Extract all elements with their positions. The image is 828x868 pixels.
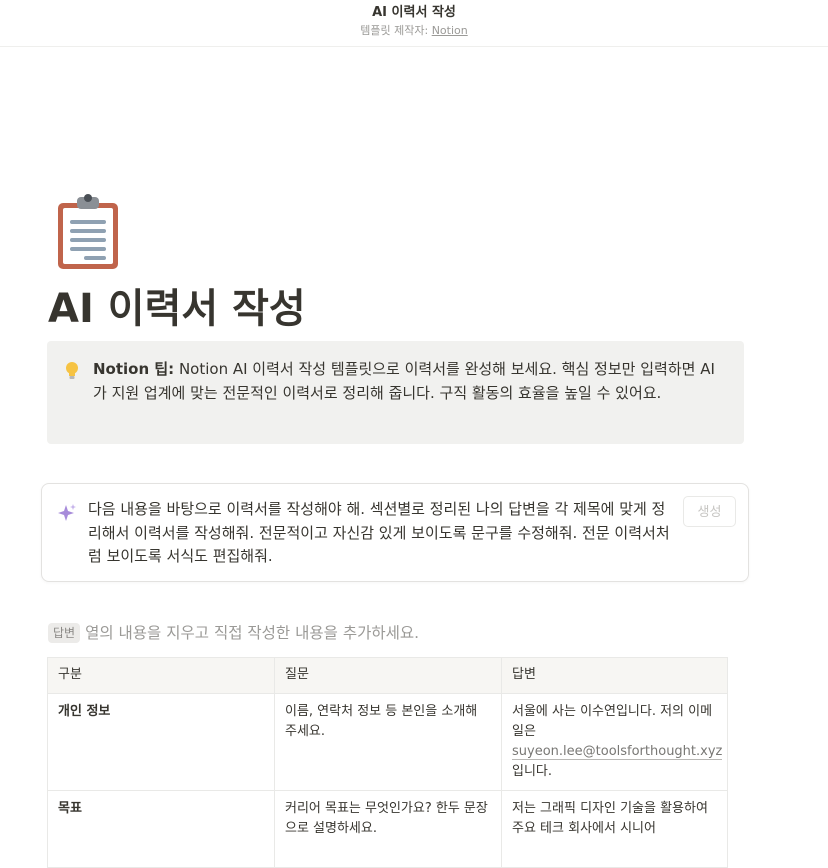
email-link[interactable]: suyeon.lee@toolsforthought.xyz — [512, 744, 723, 760]
answer-text-end: 입니다. — [512, 764, 553, 779]
resume-table: 구분 질문 답변 개인 정보 이름, 연락처 정보 등 본인을 소개해 주세요.… — [47, 657, 728, 868]
page-title: AI 이력서 작성 — [48, 286, 306, 332]
sparkle-icon — [58, 504, 76, 521]
table-cell-question[interactable]: 커리어 목표는 무엇인가요? 한두 문장으로 설명하세요. — [274, 790, 502, 868]
clipboard-icon[interactable] — [56, 193, 120, 271]
notion-tip-callout: Notion 팁: Notion AI 이력서 작성 템플릿으로 이력서를 완성… — [47, 341, 744, 444]
column-header-answer[interactable]: 답변 — [501, 657, 728, 694]
column-header-question[interactable]: 질문 — [274, 657, 502, 694]
answer-column-tag: 답변 — [48, 623, 81, 643]
table-row: 개인 정보 이름, 연락처 정보 등 본인을 소개해 주세요. 서울에 사는 이… — [47, 693, 728, 791]
ai-prompt-text[interactable]: 다음 내용을 바탕으로 이력서를 작성해야 해. 섹션별로 정리된 나의 답변을… — [88, 498, 676, 569]
table-cell-answer[interactable]: 서울에 사는 이수연입니다. 저의 이메일은 suyeon.lee@toolsf… — [501, 693, 728, 791]
table-cell-category[interactable]: 목표 — [47, 790, 275, 868]
callout-text: Notion 팁: Notion AI 이력서 작성 템플릿으로 이력서를 완성… — [93, 358, 727, 405]
template-credit: 템플릿 제작자: Notion — [0, 24, 828, 38]
window-title: AI 이력서 작성 — [372, 5, 456, 20]
table-row: 목표 커리어 목표는 무엇인가요? 한두 문장으로 설명하세요. 저는 그래픽 … — [47, 790, 728, 868]
table-cell-question[interactable]: 이름, 연락처 정보 등 본인을 소개해 주세요. — [274, 693, 502, 791]
ai-prompt-block[interactable]: 다음 내용을 바탕으로 이력서를 작성해야 해. 섹션별로 정리된 나의 답변을… — [41, 483, 749, 582]
callout-body: Notion AI 이력서 작성 템플릿으로 이력서를 완성해 보세요. 핵심 … — [93, 360, 715, 402]
callout-bold-label: Notion 팁: — [93, 360, 175, 378]
answer-text: 서울에 사는 이수연입니다. 저의 이메일은 — [512, 704, 713, 739]
table-cell-category[interactable]: 개인 정보 — [47, 693, 275, 791]
column-header-category[interactable]: 구분 — [47, 657, 275, 694]
top-bar: AI 이력서 작성 템플릿 제작자: Notion — [0, 0, 828, 47]
lightbulb-icon — [66, 362, 78, 379]
instruction-hint: 답변 열의 내용을 지우고 직접 작성한 내용을 추가하세요. — [48, 622, 419, 644]
table-cell-answer[interactable]: 저는 그래픽 디자인 기술을 활용하여 주요 테크 회사에서 시니어 — [501, 790, 728, 868]
table-header-row: 구분 질문 답변 — [47, 657, 728, 694]
generate-button[interactable]: 생성 — [683, 496, 736, 527]
hint-text: 열의 내용을 지우고 직접 작성한 내용을 추가하세요. — [85, 624, 420, 642]
credit-prefix: 템플릿 제작자: — [360, 24, 432, 37]
credit-link[interactable]: Notion — [432, 24, 468, 37]
